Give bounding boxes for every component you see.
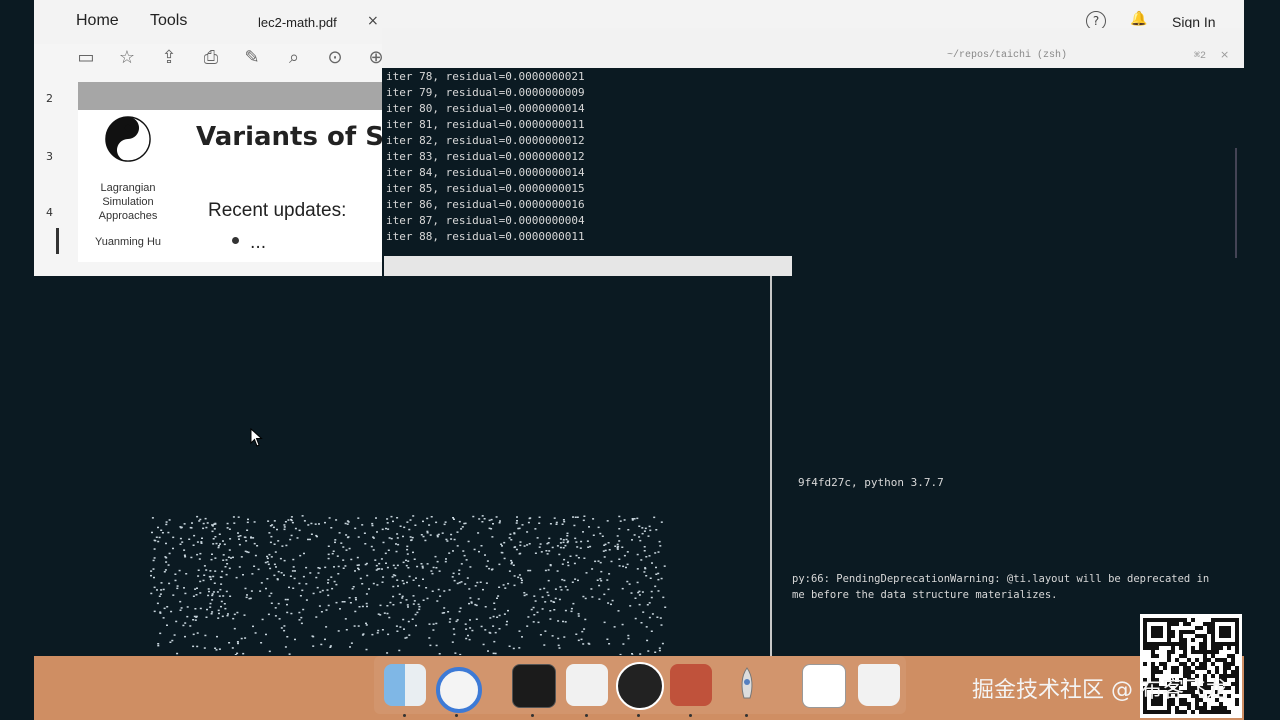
- terminal-line: iter 80, residual=0.0000000014: [386, 102, 585, 115]
- print-icon[interactable]: ⎙: [199, 46, 223, 70]
- terminal-line: iter 84, residual=0.0000000014: [386, 166, 585, 179]
- terminal-line: iter 79, residual=0.0000000009: [386, 86, 585, 99]
- close-tab-icon[interactable]: ×: [367, 13, 379, 29]
- watermark-text: 掘金技术社区 @ 布客飞龙: [972, 678, 1228, 703]
- slide-recent-updates: Recent updates:: [208, 200, 347, 221]
- finder-icon[interactable]: [384, 664, 426, 706]
- slide-author: Yuanming Hu: [94, 236, 162, 248]
- desktop-edge: [0, 0, 34, 720]
- slide-sidebar-text: Lagrangian: [100, 182, 156, 194]
- terminal-tab-shortcut: ⌘2: [1194, 51, 1207, 62]
- page-number[interactable]: 4: [46, 206, 53, 219]
- running-indicator: [455, 714, 458, 717]
- upload-icon[interactable]: ⇪: [157, 46, 181, 70]
- zoom-icon[interactable]: ⌕: [282, 46, 306, 70]
- nav-tools[interactable]: Tools: [150, 12, 187, 30]
- terminal-line: iter 78, residual=0.0000000021: [386, 70, 585, 83]
- rocket-icon[interactable]: [726, 664, 768, 706]
- terminal-line: iter 86, residual=0.0000000016: [386, 198, 585, 211]
- terminal-line: iter 87, residual=0.0000000004: [386, 214, 585, 227]
- terminal-warning-line: py:66: PendingDeprecationWarning: @ti.la…: [792, 573, 1210, 585]
- terminal-title: ~/repos/taichi (zsh): [947, 50, 1068, 61]
- running-indicator: [745, 714, 748, 717]
- slide-bullet-text: ...: [250, 233, 267, 253]
- page-up-icon[interactable]: ⊙: [323, 46, 347, 70]
- terminal-version-line: 9f4fd27c, python 3.7.7: [798, 476, 944, 489]
- pdf-toolbar: ▭ ☆ ⇪ ⎙ ✎ ⌕ ⊙ ⊕: [64, 46, 404, 78]
- chrome-icon[interactable]: [436, 667, 482, 713]
- nav-home[interactable]: Home: [76, 12, 119, 30]
- running-indicator: [403, 714, 406, 717]
- terminal-line: iter 85, residual=0.0000000015: [386, 182, 585, 195]
- terminal-warning-line: me before the data structure materialize…: [792, 589, 1058, 601]
- running-indicator: [637, 714, 640, 717]
- terminal-line: iter 81, residual=0.0000000011: [386, 118, 585, 131]
- bell-icon[interactable]: 🔔: [1130, 11, 1147, 27]
- running-indicator: [689, 714, 692, 717]
- obs-icon[interactable]: [616, 662, 664, 710]
- terminal-line: iter 88, residual=0.0000000011: [386, 230, 585, 243]
- bullet-icon: [232, 237, 239, 244]
- slide-sidebar-text: Approaches: [98, 210, 158, 222]
- qr-app-icon[interactable]: [802, 664, 846, 708]
- star-icon[interactable]: ☆: [115, 46, 139, 70]
- file-tab[interactable]: lec2-math.pdf: [258, 15, 337, 30]
- keynote-icon[interactable]: [566, 664, 608, 706]
- edit-icon[interactable]: ✎: [240, 46, 264, 70]
- page-thumbnail-numbers: 2 3 4: [34, 78, 74, 268]
- page-selection-marker: [56, 228, 59, 254]
- running-indicator: [531, 714, 534, 717]
- terminal-icon[interactable]: [512, 664, 556, 708]
- acrobat-icon[interactable]: [670, 664, 712, 706]
- terminal-scrollbar[interactable]: [1235, 148, 1237, 258]
- yin-yang-logo: [105, 116, 151, 162]
- page-number[interactable]: 3: [46, 150, 53, 163]
- slide-title: Variants of SP: [196, 122, 403, 152]
- fluid-particles: [150, 515, 667, 655]
- mouse-cursor-icon: [250, 428, 263, 447]
- page-number[interactable]: 2: [46, 92, 53, 105]
- terminal-line: iter 82, residual=0.0000000012: [386, 134, 585, 147]
- save-icon[interactable]: ▭: [74, 46, 98, 70]
- window-resize-strip[interactable]: [384, 256, 792, 276]
- terminal-close-icon[interactable]: ×: [1220, 48, 1229, 61]
- slide-page: Variants of SP Lagrangian Simulation App…: [78, 82, 403, 262]
- slide-header-band: [78, 82, 384, 110]
- terminal-line: iter 83, residual=0.0000000012: [386, 150, 585, 163]
- trash-icon[interactable]: [858, 664, 900, 706]
- terminal-titlebar[interactable]: ~/repos/taichi (zsh) ⌘2 ×: [382, 28, 1244, 68]
- running-indicator: [585, 714, 588, 717]
- slide-sidebar-text: Simulation: [102, 196, 154, 208]
